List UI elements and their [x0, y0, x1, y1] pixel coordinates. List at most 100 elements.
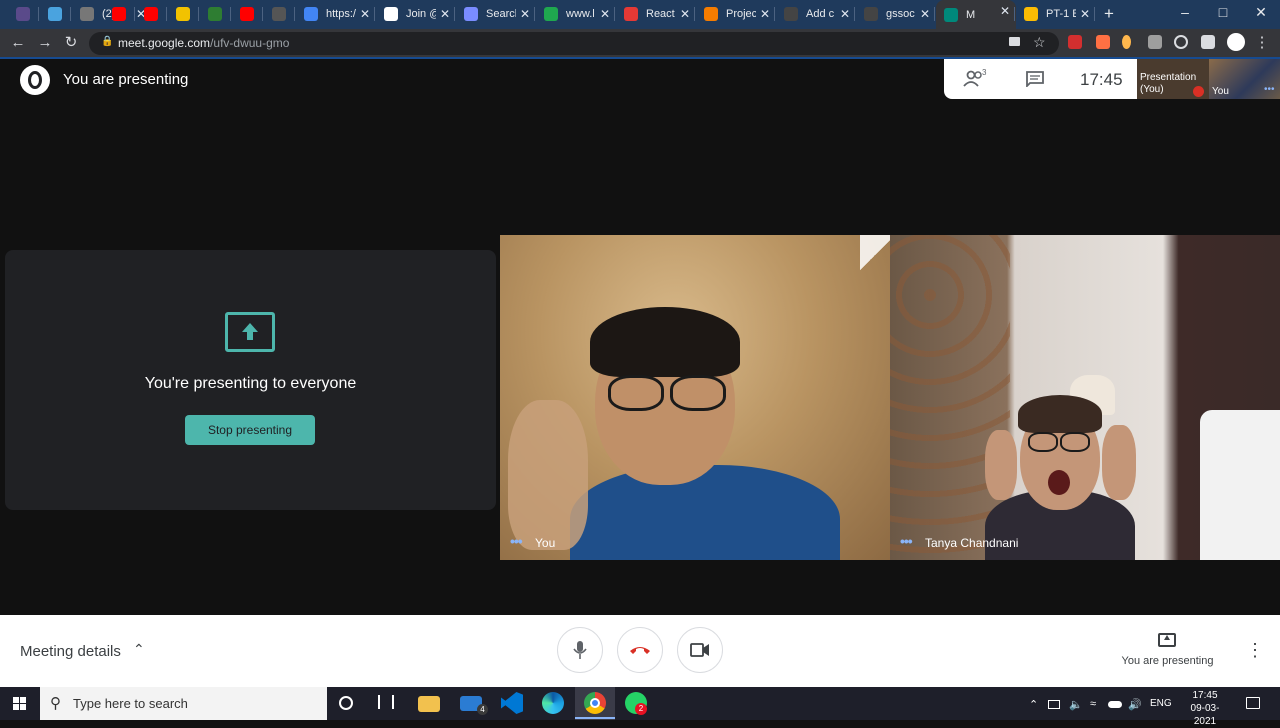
meeting-clock: 17:45 — [1080, 70, 1123, 89]
cortana-icon[interactable] — [339, 696, 353, 710]
video-camera-icon — [690, 643, 709, 657]
browser-tab[interactable] — [232, 3, 264, 25]
close-tab-icon[interactable]: ✕ — [440, 7, 450, 21]
tab-separator — [70, 7, 71, 21]
browser-tab[interactable]: React ✕ — [616, 3, 696, 25]
notification-center-icon[interactable] — [1246, 697, 1260, 709]
arrow-up-icon — [242, 323, 258, 340]
tab-favicon-icon — [80, 7, 94, 21]
reload-icon[interactable]: ↻ — [62, 34, 80, 52]
close-tab-icon[interactable]: ✕ — [920, 7, 930, 21]
bookmark-star-icon[interactable]: ☆ — [1033, 34, 1046, 51]
extensions-puzzle-icon[interactable] — [1201, 35, 1215, 49]
stop-presenting-button[interactable]: Stop presenting — [185, 415, 315, 445]
more-options-icon[interactable]: ••• — [510, 533, 523, 549]
minimize-icon[interactable]: – — [1170, 4, 1200, 20]
leave-call-button[interactable] — [617, 627, 663, 673]
tab-separator — [854, 7, 855, 21]
browser-tab[interactable] — [104, 3, 136, 25]
show-hidden-icons-chevron[interactable]: ⌃ — [1029, 698, 1038, 711]
present-status-label[interactable]: You are presenting — [1110, 655, 1225, 667]
tab-separator — [614, 7, 615, 21]
person-body — [570, 465, 840, 560]
tab-title: React — [646, 8, 675, 20]
wifi-icon[interactable]: ≈ — [1090, 698, 1096, 710]
close-tab-icon[interactable]: ✕ — [1080, 7, 1090, 21]
browser-tab[interactable]: Searcl ✕ — [456, 3, 536, 25]
camera-extension-icon[interactable] — [1148, 35, 1162, 49]
browser-tab[interactable]: Join @ ✕ — [376, 3, 456, 25]
browser-tab[interactable]: Add c ✕ — [776, 3, 856, 25]
present-now-icon[interactable] — [1158, 633, 1176, 647]
tab-favicon-icon — [384, 7, 398, 21]
browser-tab[interactable] — [40, 3, 72, 25]
forward-icon[interactable]: → — [36, 34, 54, 52]
browser-tab[interactable]: www.l ✕ — [536, 3, 616, 25]
chat-icon[interactable] — [1026, 71, 1044, 87]
close-tab-icon[interactable]: ✕ — [840, 7, 850, 21]
hand-wave — [508, 400, 588, 550]
url-host: meet.google.com — [118, 36, 211, 50]
browser-tab[interactable]: Projec ✕ — [696, 3, 776, 25]
tab-favicon-icon — [272, 7, 286, 21]
address-bar[interactable]: 🔒 meet.google.com/ufv-dwuu-gmo ☆ — [89, 32, 1059, 55]
video-tile-tanya[interactable]: ••• Tanya Chandnani — [890, 235, 1280, 560]
self-tile-label: You — [1212, 86, 1229, 97]
browser-tab[interactable]: PT-1 E ✕ — [1016, 3, 1096, 25]
tab-separator — [454, 7, 455, 21]
close-tab-icon[interactable]: ✕ — [360, 7, 370, 21]
close-tab-icon[interactable]: ✕ — [600, 7, 610, 21]
more-options-icon[interactable]: ••• — [1264, 85, 1278, 95]
chevron-up-icon[interactable]: ⌃ — [133, 641, 145, 658]
windows-start-icon[interactable] — [0, 687, 40, 720]
more-options-icon[interactable]: ••• — [900, 533, 913, 549]
tab-favicon-icon — [48, 7, 62, 21]
browser-tab[interactable] — [168, 3, 200, 25]
tab-favicon-icon — [208, 7, 222, 21]
browser-tab[interactable]: M ✕ — [936, 0, 1016, 29]
close-tab-icon[interactable]: ✕ — [520, 7, 530, 21]
browser-tab[interactable] — [8, 3, 40, 25]
meeting-details-button[interactable]: Meeting details — [20, 643, 121, 660]
tab-favicon-icon — [784, 7, 798, 21]
react-devtools-icon[interactable] — [1174, 35, 1188, 49]
tab-favicon-icon — [240, 7, 254, 21]
tab-separator — [1014, 7, 1015, 21]
video-tile-you[interactable]: ••• You — [500, 235, 890, 560]
browser-tab[interactable]: gssoc ✕ — [856, 3, 936, 25]
tray-icon[interactable] — [1048, 700, 1060, 709]
camera-button[interactable] — [677, 627, 723, 673]
close-tab-icon[interactable]: ✕ — [1000, 4, 1010, 18]
system-clock[interactable]: 17:45 09-03-2021 — [1180, 689, 1230, 728]
present-screen-icon — [225, 312, 275, 352]
onedrive-icon[interactable] — [1108, 701, 1122, 708]
microphone-button[interactable] — [557, 627, 603, 673]
input-language[interactable]: ENG — [1150, 698, 1172, 709]
camera-permission-icon[interactable] — [1009, 37, 1020, 46]
file-explorer-icon[interactable] — [418, 696, 440, 712]
volume-icon[interactable]: 🔈 — [1069, 698, 1083, 711]
browser-tab[interactable] — [200, 3, 232, 25]
speaker-icon[interactable]: 🔊 — [1128, 698, 1142, 711]
tab-favicon-icon — [544, 7, 558, 21]
extension-icon[interactable] — [1096, 35, 1110, 49]
extension-icon[interactable] — [1122, 35, 1131, 49]
task-view-icon[interactable] — [378, 695, 394, 709]
close-tab-icon[interactable]: ✕ — [760, 7, 770, 21]
browser-tab[interactable] — [136, 3, 168, 25]
back-icon[interactable]: ← — [9, 34, 27, 52]
more-options-icon[interactable]: ⋮ — [1246, 640, 1264, 661]
whatsapp-badge: 2 — [635, 703, 647, 715]
browser-tab[interactable] — [264, 3, 296, 25]
browser-menu-icon[interactable]: ⋮ — [1253, 34, 1271, 52]
edge-icon[interactable] — [542, 692, 564, 714]
tab-favicon-icon — [144, 7, 158, 21]
maximize-icon[interactable]: □ — [1208, 4, 1238, 20]
tab-favicon-icon — [112, 7, 126, 21]
close-tab-icon[interactable]: ✕ — [680, 7, 690, 21]
profile-avatar[interactable] — [1227, 33, 1245, 51]
browser-tab[interactable]: https:/ ✕ — [296, 3, 376, 25]
close-window-icon[interactable]: ✕ — [1246, 4, 1276, 21]
new-tab-button[interactable]: + — [1104, 4, 1114, 24]
extension-icon[interactable] — [1068, 35, 1082, 49]
